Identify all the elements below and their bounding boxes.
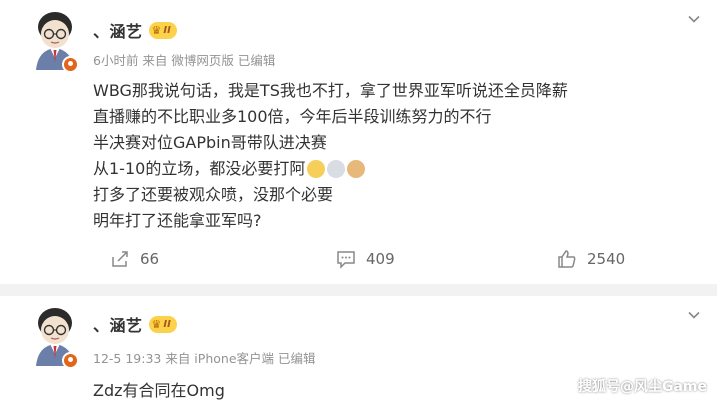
verified-badge-icon [62, 56, 79, 73]
weibo-post: 、涵艺 ♛ II 6小时前 来自 微博网页版 已编辑 WBG那我说句话，我是TS… [0, 0, 717, 284]
vip-level: II [163, 24, 171, 36]
chevron-down-icon[interactable] [687, 308, 701, 322]
post-content: WBG那我说句话，我是TS我也不打，拿了世界亚军听说还全员降薪 直播赚的不比职业… [93, 78, 568, 234]
post-separator [0, 284, 717, 296]
vip-badge[interactable]: ♛ II [148, 21, 177, 39]
watermark: 搜狐号@风尘Game [577, 379, 707, 395]
chevron-down-icon[interactable] [687, 12, 701, 26]
doge-emoji-icon [307, 160, 326, 178]
author-row: 、涵艺 ♛ II [93, 312, 177, 336]
husky-emoji-icon [327, 160, 346, 178]
content-line: 直播赚的不比职业多100倍，今年后半段训练努力的不行 [93, 107, 492, 126]
content-line: Zdz有合同在Omg [93, 381, 225, 400]
content-line-text: 从1-10的立场，都没必要打阿 [93, 159, 306, 178]
vip-level: II [163, 318, 171, 330]
author-name[interactable]: 、涵艺 [93, 312, 143, 336]
like-button[interactable]: 2540 [557, 249, 625, 269]
action-bar: 66 409 2540 [0, 249, 717, 273]
author-row: 、涵艺 ♛ II [93, 18, 177, 42]
crown-icon: ♛ [151, 23, 162, 37]
crown-icon: ♛ [151, 317, 162, 331]
repost-button[interactable]: 66 [110, 249, 159, 269]
cat-emoji-icon [347, 160, 366, 178]
content-line: 明年打了还能拿亚军吗? [93, 211, 262, 230]
post-meta: 6小时前 来自 微博网页版 已编辑 [93, 53, 276, 68]
repost-icon [112, 251, 128, 267]
comment-button[interactable]: 409 [336, 249, 395, 269]
content-line: 半决赛对位GAPbin哥带队进决赛 [93, 133, 327, 152]
vip-badge[interactable]: ♛ II [148, 315, 177, 333]
repost-count: 66 [140, 250, 160, 268]
content-line: WBG那我说句话，我是TS我也不打，拿了世界亚军听说还全员降薪 [93, 81, 568, 100]
comment-icon [337, 251, 355, 269]
post-content: Zdz有合同在Omg [93, 378, 225, 404]
content-line: 打多了还要被观众喷，没那个必要 [93, 185, 334, 204]
thumbs-up-icon [558, 250, 576, 268]
comment-count: 409 [366, 250, 395, 268]
verified-badge-icon [62, 352, 79, 369]
content-line-with-emoji: 从1-10的立场，都没必要打阿 [93, 156, 568, 182]
like-count: 2540 [587, 250, 626, 268]
author-name[interactable]: 、涵艺 [93, 18, 143, 42]
post-meta: 12-5 19:33 来自 iPhone客户端 已编辑 [93, 351, 316, 366]
